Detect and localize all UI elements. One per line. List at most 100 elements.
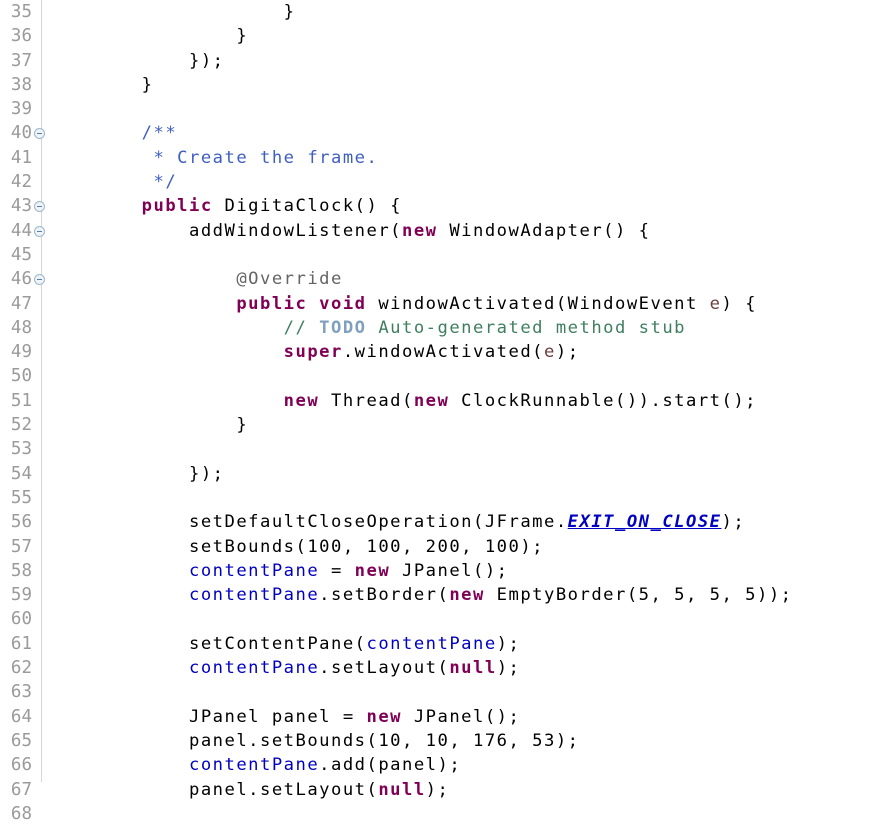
code-text[interactable]: public void windowActivated(WindowEvent …	[47, 292, 757, 316]
code-text[interactable]: panel.setLayout(null);	[47, 778, 449, 802]
code-line[interactable]: 36 }	[0, 24, 886, 48]
code-line[interactable]: 46 @Override	[0, 267, 886, 291]
code-line[interactable]: 53	[0, 437, 886, 461]
code-text[interactable]: setDefaultCloseOperation(JFrame.EXIT_ON_…	[47, 510, 745, 534]
code-token-kw: void	[319, 293, 367, 314]
code-text[interactable]: new Thread(new ClockRunnable()).start();	[47, 389, 757, 413]
code-text[interactable]: /**	[47, 121, 177, 145]
code-line[interactable]: 37 });	[0, 49, 886, 73]
code-line[interactable]: 50	[0, 364, 886, 388]
code-line[interactable]: 54 });	[0, 462, 886, 486]
fold-collapse-icon[interactable]	[34, 225, 45, 237]
code-line[interactable]: 39	[0, 97, 886, 121]
code-text[interactable]: contentPane.setLayout(null);	[47, 656, 520, 680]
code-token-plain: WindowAdapter() {	[437, 220, 651, 241]
code-token-cmt: //	[47, 317, 320, 338]
code-text[interactable]: addWindowListener(new WindowAdapter() {	[47, 219, 651, 243]
code-line[interactable]: 59 contentPane.setBorder(new EmptyBorder…	[0, 583, 886, 607]
code-line[interactable]: 35 }	[0, 0, 886, 24]
line-number: 60	[10, 609, 32, 630]
fold-collapse-icon[interactable]	[34, 201, 45, 213]
code-token-plain: setContentPane(	[47, 633, 367, 654]
code-token-jdoc: */	[47, 172, 178, 193]
code-text[interactable]: contentPane = new JPanel();	[47, 559, 509, 583]
code-text[interactable]: }	[47, 24, 248, 48]
line-number: 53	[10, 439, 32, 460]
line-number: 35	[10, 2, 32, 22]
fold-collapse-icon[interactable]	[34, 128, 45, 140]
code-text[interactable]: @Override	[47, 267, 343, 291]
code-token-field: contentPane	[189, 755, 320, 776]
code-text[interactable]: super.windowActivated(e);	[47, 340, 580, 364]
code-line[interactable]: 55	[0, 486, 886, 510]
code-token-plain: }	[47, 26, 249, 47]
code-line[interactable]: 57 setBounds(100, 100, 200, 100);	[0, 535, 886, 559]
code-text[interactable]: });	[47, 462, 225, 486]
fold-collapse-icon[interactable]	[34, 274, 45, 286]
code-text[interactable]: setBounds(100, 100, 200, 100);	[47, 535, 544, 559]
code-token-kw: new	[283, 390, 320, 411]
code-text[interactable]: });	[47, 49, 225, 73]
code-token-plain: .setBorder(	[319, 585, 450, 606]
line-number: 59	[10, 585, 32, 606]
code-text[interactable]: }	[47, 413, 248, 437]
code-token-plain: panel.setBounds(10, 10, 176, 53);	[47, 730, 580, 751]
code-line[interactable]: 65 panel.setBounds(10, 10, 176, 53);	[0, 729, 886, 753]
code-token-anno: @Override	[236, 269, 343, 290]
code-line[interactable]: 38 }	[0, 73, 886, 97]
code-line[interactable]: 56 setDefaultCloseOperation(JFrame.EXIT_…	[0, 510, 886, 534]
code-token-plain: }	[47, 415, 249, 436]
code-line[interactable]: 48 // TODO Auto-generated method stub	[0, 316, 886, 340]
code-line[interactable]: 40 /**	[0, 121, 886, 145]
code-text[interactable]: contentPane.setBorder(new EmptyBorder(5,…	[47, 583, 793, 607]
code-token-static: EXIT_ON_CLOSE	[567, 512, 722, 533]
code-token-kw: new	[449, 585, 485, 606]
code-token-kw: new	[402, 220, 438, 241]
code-text[interactable]: JPanel panel = new JPanel();	[47, 705, 520, 729]
code-line-list[interactable]: 35 } 36 } 37 }); 38 } 39 40 /** 41 * Create th…	[0, 0, 886, 826]
line-number: 45	[10, 244, 32, 265]
line-number: 62	[10, 658, 32, 679]
code-text[interactable]: // TODO Auto-generated method stub	[47, 316, 686, 340]
code-text[interactable]: public DigitaClock() {	[47, 194, 402, 218]
code-line[interactable]: 44 addWindowListener(new WindowAdapter()…	[0, 219, 886, 243]
code-text[interactable]: }	[47, 73, 154, 97]
code-token-kw: new	[354, 560, 391, 581]
code-line[interactable]: 51 new Thread(new ClockRunnable()).start…	[0, 389, 886, 413]
code-line[interactable]: 61 setContentPane(contentPane);	[0, 632, 886, 656]
code-text[interactable]: * Create the frame.	[47, 146, 378, 170]
code-line[interactable]: 63	[0, 680, 886, 704]
code-line[interactable]: 42 */	[0, 170, 886, 194]
code-line[interactable]: 67 panel.setLayout(null);	[0, 778, 886, 802]
code-line[interactable]: 52 }	[0, 413, 886, 437]
code-editor-view[interactable]: 35 } 36 } 37 }); 38 } 39 40 /** 41 * Create th…	[0, 0, 886, 824]
code-text[interactable]: setContentPane(contentPane);	[47, 632, 520, 656]
code-line[interactable]: 68	[0, 802, 886, 826]
code-line[interactable]: 49 super.windowActivated(e);	[0, 340, 886, 364]
line-number: 47	[10, 293, 32, 314]
code-text[interactable]: }	[47, 0, 296, 24]
line-number: 41	[10, 147, 32, 168]
code-token-kw: new	[413, 390, 450, 411]
code-line[interactable]: 41 * Create the frame.	[0, 146, 886, 170]
code-line[interactable]: 62 contentPane.setLayout(null);	[0, 656, 886, 680]
code-token-plain: panel.setLayout(	[47, 779, 379, 800]
line-number: 46	[10, 269, 32, 290]
code-line[interactable]: 43 public DigitaClock() {	[0, 194, 886, 218]
code-token-cmt: Auto-generated method stub	[366, 317, 687, 338]
line-number: 44	[10, 220, 32, 241]
code-line[interactable]: 66 contentPane.add(panel);	[0, 753, 886, 777]
code-token-field: contentPane	[189, 658, 320, 679]
code-token-todo: TODO	[319, 317, 367, 338]
code-text[interactable]: */	[47, 170, 177, 194]
code-line[interactable]: 58 contentPane = new JPanel();	[0, 559, 886, 583]
code-text[interactable]: panel.setBounds(10, 10, 176, 53);	[47, 729, 579, 753]
code-token-plain: });	[47, 50, 225, 71]
code-line[interactable]: 64 JPanel panel = new JPanel();	[0, 705, 886, 729]
code-line[interactable]: 45	[0, 243, 886, 267]
line-number: 64	[10, 706, 32, 727]
code-line[interactable]: 47 public void windowActivated(WindowEve…	[0, 292, 886, 316]
code-line[interactable]: 60	[0, 607, 886, 631]
code-text[interactable]: contentPane.add(panel);	[47, 753, 461, 777]
line-number: 39	[10, 99, 32, 120]
